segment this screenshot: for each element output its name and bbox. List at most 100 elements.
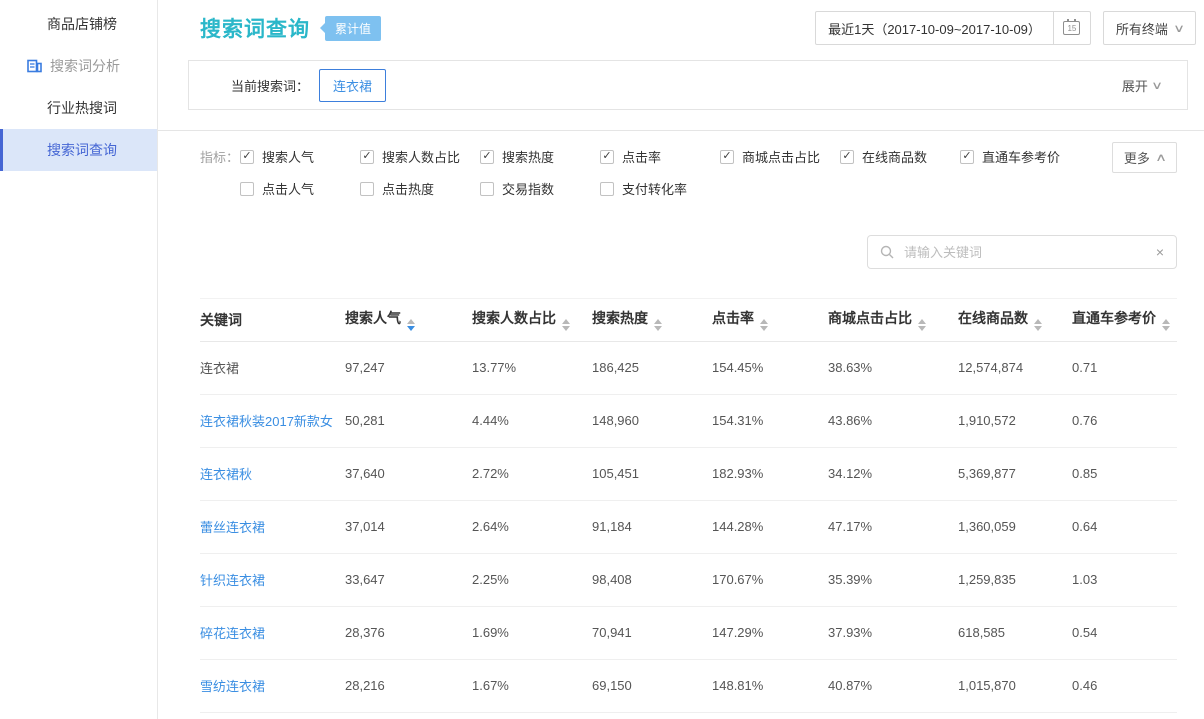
terminal-select[interactable]: 所有终端 ∨ bbox=[1103, 11, 1196, 45]
current-term-button[interactable]: 连衣裙 bbox=[319, 69, 386, 102]
keyword-search-input[interactable] bbox=[902, 244, 1148, 261]
page-title: 搜索词查询 bbox=[200, 13, 310, 43]
chevron-up-icon: ∧ bbox=[1155, 151, 1167, 164]
more-label: 更多 bbox=[1124, 148, 1150, 167]
value-cell: 0.54 bbox=[1072, 606, 1177, 659]
current-term-label: 当前搜索词： bbox=[231, 76, 309, 95]
value-cell: 148.81% bbox=[712, 659, 828, 712]
keyword-cell[interactable]: 连衣裙秋 bbox=[200, 447, 345, 500]
checkbox-checked-icon: ✓ bbox=[240, 150, 254, 164]
sort-icon[interactable] bbox=[1162, 319, 1170, 331]
column-header-label: 点击率 bbox=[712, 310, 754, 326]
value-cell: 50,281 bbox=[345, 394, 472, 447]
chevron-down-icon: ∨ bbox=[1173, 22, 1185, 35]
date-range-group: 最近1天（2017-10-09~2017-10-09） 15 bbox=[815, 11, 1091, 45]
value-cell: 91,184 bbox=[592, 500, 712, 553]
sort-icon[interactable] bbox=[760, 319, 768, 331]
sort-icon[interactable] bbox=[654, 319, 662, 331]
value-cell: 47.17% bbox=[828, 500, 958, 553]
table-body: 连衣裙97,24713.77%186,425154.45%38.63%12,57… bbox=[200, 341, 1177, 712]
value-cell: 2.72% bbox=[472, 447, 592, 500]
value-cell: 34.12% bbox=[828, 447, 958, 500]
sort-icon[interactable] bbox=[562, 319, 570, 331]
metrics-label: 指标： bbox=[200, 147, 240, 166]
value-cell: 2.64% bbox=[472, 500, 592, 553]
column-header[interactable]: 搜索人气 bbox=[345, 299, 472, 341]
cumulative-value-badge: 累计值 bbox=[325, 16, 381, 41]
sidebar-nav: 商品店铺榜搜索词分析行业热搜词搜索词查询 bbox=[0, 0, 158, 719]
metric-checkbox[interactable]: ✓直通车参考价 bbox=[960, 147, 1080, 166]
value-cell: 1,910,572 bbox=[958, 394, 1072, 447]
calendar-day-label: 15 bbox=[1067, 24, 1076, 34]
sort-icon[interactable] bbox=[1034, 319, 1042, 331]
keyword-search-box: × bbox=[867, 235, 1177, 269]
table-row: 碎花连衣裙28,3761.69%70,941147.29%37.93%618,5… bbox=[200, 606, 1177, 659]
sidebar-item-label: 商品店铺榜 bbox=[47, 14, 117, 34]
keyword-cell[interactable]: 连衣裙秋装2017新款女 bbox=[200, 394, 345, 447]
expand-label: 展开 bbox=[1122, 76, 1148, 95]
value-cell: 0.71 bbox=[1072, 341, 1177, 394]
checkbox-unchecked-icon bbox=[360, 182, 374, 196]
more-button[interactable]: 更多 ∧ bbox=[1112, 142, 1177, 173]
column-header[interactable]: 搜索人数占比 bbox=[472, 299, 592, 341]
sort-icon[interactable] bbox=[918, 319, 926, 331]
clear-search-icon[interactable]: × bbox=[1156, 244, 1164, 260]
value-cell: 28,376 bbox=[345, 606, 472, 659]
value-cell: 170.67% bbox=[712, 553, 828, 606]
sidebar-item-label: 搜索词分析 bbox=[50, 56, 120, 76]
table-row: 连衣裙97,24713.77%186,425154.45%38.63%12,57… bbox=[200, 341, 1177, 394]
metric-checkbox[interactable]: 交易指数 bbox=[480, 179, 600, 198]
metric-checkbox[interactable]: 点击热度 bbox=[360, 179, 480, 198]
table-row: 连衣裙秋37,6402.72%105,451182.93%34.12%5,369… bbox=[200, 447, 1177, 500]
value-cell: 69,150 bbox=[592, 659, 712, 712]
metric-checkbox[interactable]: ✓ 搜索热度 bbox=[480, 147, 600, 166]
column-header-label: 关键词 bbox=[200, 312, 242, 328]
keyword-cell[interactable]: 碎花连衣裙 bbox=[200, 606, 345, 659]
metric-checkbox-label: 点击人气 bbox=[262, 179, 314, 198]
sidebar-item-4[interactable]: 搜索词查询 bbox=[0, 129, 157, 171]
column-header[interactable]: 在线商品数 bbox=[958, 299, 1072, 341]
metric-checkbox[interactable]: ✓点击率 bbox=[600, 147, 720, 166]
value-cell: 70,941 bbox=[592, 606, 712, 659]
sidebar-item-label: 搜索词查询 bbox=[47, 140, 117, 160]
keyword-cell[interactable]: 雪纺连衣裙 bbox=[200, 659, 345, 712]
metric-checkbox[interactable]: 点击人气 bbox=[240, 179, 360, 198]
value-cell: 5,369,877 bbox=[958, 447, 1072, 500]
metric-checkbox[interactable]: ✓搜索人气 bbox=[240, 147, 360, 166]
metric-checkbox[interactable]: ✓商城点击占比 bbox=[720, 147, 840, 166]
value-cell: 1,015,870 bbox=[958, 659, 1072, 712]
metric-checkbox-label: 点击率 bbox=[622, 147, 661, 166]
value-cell: 43.86% bbox=[828, 394, 958, 447]
metric-checkbox-label: 在线商品数 bbox=[862, 147, 927, 166]
column-header[interactable]: 点击率 bbox=[712, 299, 828, 341]
calendar-button[interactable]: 15 bbox=[1053, 11, 1091, 45]
sidebar-item-2[interactable]: 搜索词分析 bbox=[0, 45, 157, 87]
column-header[interactable]: 商城点击占比 bbox=[828, 299, 958, 341]
sidebar-item-1[interactable]: 商品店铺榜 bbox=[0, 3, 157, 45]
checkbox-checked-icon: ✓ bbox=[480, 150, 494, 164]
checkbox-unchecked-icon bbox=[240, 182, 254, 196]
metric-checkbox-label: 搜索热度 bbox=[502, 147, 554, 166]
value-cell: 40.87% bbox=[828, 659, 958, 712]
metric-checkbox-label: 商城点击占比 bbox=[742, 147, 820, 166]
keyword-cell[interactable]: 蕾丝连衣裙 bbox=[200, 500, 345, 553]
value-cell: 0.85 bbox=[1072, 447, 1177, 500]
expand-toggle[interactable]: 展开 ∨ bbox=[1122, 76, 1161, 95]
column-header[interactable]: 直通车参考价 bbox=[1072, 299, 1177, 341]
metric-checkbox[interactable]: ✓在线商品数 bbox=[840, 147, 960, 166]
sidebar-item-3[interactable]: 行业热搜词 bbox=[0, 87, 157, 129]
date-range-button[interactable]: 最近1天（2017-10-09~2017-10-09） bbox=[815, 11, 1054, 45]
column-header[interactable]: 搜索热度 bbox=[592, 299, 712, 341]
keyword-cell[interactable]: 针织连衣裙 bbox=[200, 553, 345, 606]
calendar-icon: 15 bbox=[1063, 21, 1080, 35]
value-cell: 1,360,059 bbox=[958, 500, 1072, 553]
column-header-label: 商城点击占比 bbox=[828, 310, 912, 326]
metric-checkbox[interactable]: ✓搜索人数占比 bbox=[360, 147, 480, 166]
value-cell: 0.64 bbox=[1072, 500, 1177, 553]
metric-checkbox-label: 交易指数 bbox=[502, 179, 554, 198]
column-header-label: 搜索人数占比 bbox=[472, 310, 556, 326]
value-cell: 38.63% bbox=[828, 341, 958, 394]
sort-icon[interactable] bbox=[407, 319, 415, 331]
metric-checkbox[interactable]: 支付转化率 bbox=[600, 179, 720, 198]
value-cell: 1.67% bbox=[472, 659, 592, 712]
